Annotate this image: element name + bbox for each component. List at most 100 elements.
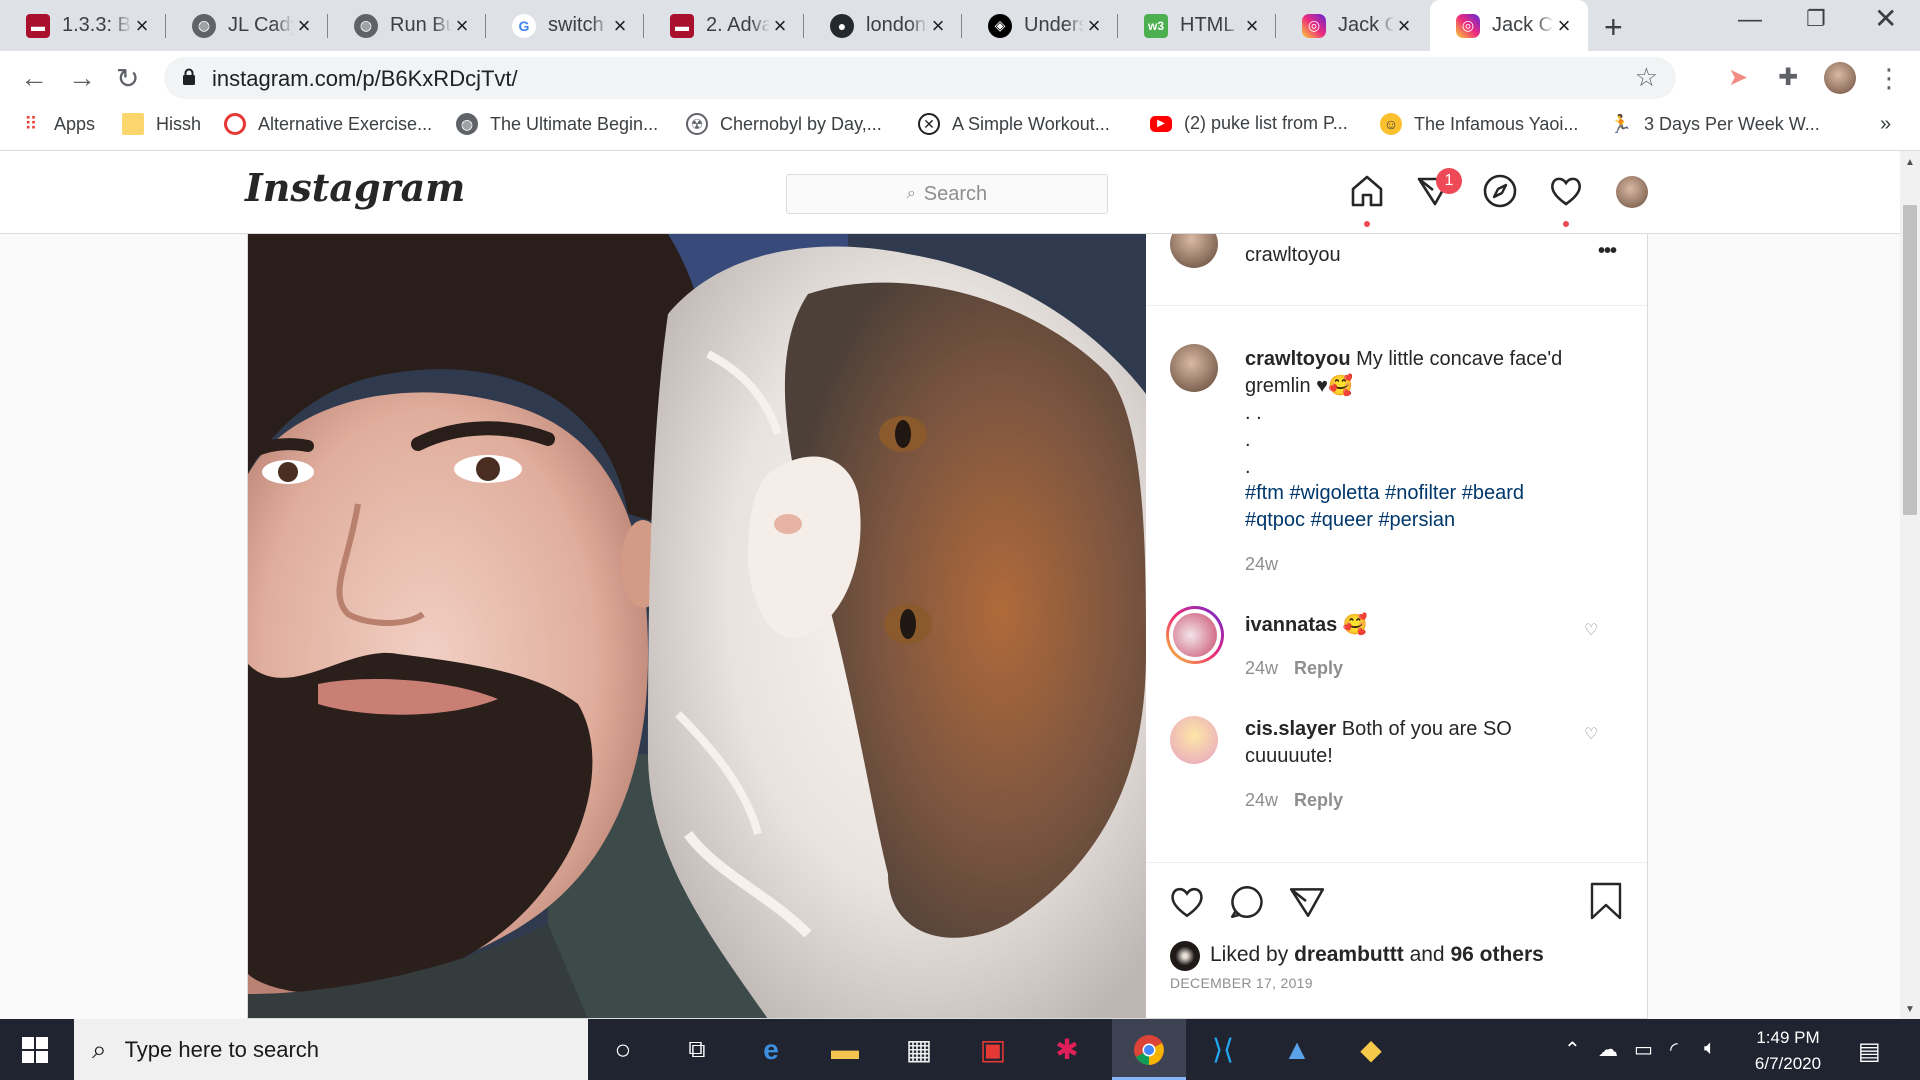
bookmark-item[interactable]: ☺ The Infamous Yaoi...: [1380, 113, 1578, 135]
windows-start-icon[interactable]: [22, 1037, 48, 1063]
address-bar[interactable]: instagram.com/p/B6KxRDcjTvt/ ☆: [164, 57, 1676, 99]
cortana-icon[interactable]: ○: [586, 1019, 660, 1080]
new-tab-button[interactable]: +: [1604, 9, 1623, 46]
forward-icon[interactable]: →: [68, 62, 96, 94]
post-photo[interactable]: [248, 234, 1146, 1018]
reply-button[interactable]: Reply: [1294, 658, 1343, 678]
liker-username[interactable]: dreambuttt: [1294, 943, 1404, 966]
hashtags-line[interactable]: #ftm #wigoletta #nofilter #beard: [1245, 480, 1524, 507]
page-scrollbar[interactable]: ▲ ▼: [1900, 151, 1920, 1019]
home-icon[interactable]: [1349, 173, 1385, 209]
close-icon[interactable]: ×: [1554, 13, 1574, 39]
close-icon[interactable]: ×: [452, 13, 472, 39]
profile-avatar[interactable]: [1824, 62, 1856, 94]
reply-button[interactable]: Reply: [1294, 790, 1343, 810]
like-comment-icon[interactable]: ♡: [1584, 620, 1598, 640]
slack-icon[interactable]: ✱: [1030, 1019, 1104, 1080]
avatar[interactable]: [1170, 716, 1218, 764]
bookmark-item[interactable]: 🏃 3 Days Per Week W...: [1610, 113, 1820, 135]
store-icon[interactable]: ▦: [882, 1019, 956, 1080]
battery-icon[interactable]: ▭: [1634, 1037, 1653, 1062]
tab[interactable]: ◍ Run Buc ×: [328, 0, 486, 51]
likes-summary[interactable]: Liked by dreambuttt and 96 others: [1210, 943, 1544, 967]
file-explorer-icon[interactable]: ▬: [808, 1019, 882, 1080]
vscode-icon[interactable]: ⟩⟨: [1186, 1019, 1260, 1080]
caption-username[interactable]: crawltoyou: [1245, 348, 1351, 370]
task-view-icon[interactable]: ⧉: [660, 1019, 734, 1080]
scroll-up-icon[interactable]: ▲: [1905, 157, 1915, 168]
post-username[interactable]: crawltoyou: [1245, 244, 1341, 267]
onedrive-icon[interactable]: ☁: [1598, 1037, 1618, 1062]
action-center-icon[interactable]: ▤: [1858, 1037, 1881, 1066]
avatar[interactable]: [1170, 234, 1218, 268]
close-icon[interactable]: ×: [294, 13, 314, 39]
tab[interactable]: ◈ Underst ×: [962, 0, 1118, 51]
bookmark-item[interactable]: Alternative Exercise...: [224, 113, 432, 135]
tab[interactable]: ▬ 2. Advar ×: [644, 0, 804, 51]
explore-icon[interactable]: [1482, 173, 1518, 209]
close-icon[interactable]: ×: [610, 13, 630, 39]
close-icon[interactable]: ×: [928, 13, 948, 39]
tab[interactable]: ▬ 1.3.3: Bu ×: [0, 0, 166, 51]
liker-avatar[interactable]: [1170, 941, 1200, 971]
tray-expand-icon[interactable]: ⌃: [1564, 1037, 1581, 1062]
photos-icon[interactable]: ▲: [1260, 1019, 1334, 1080]
minimize-icon[interactable]: —: [1738, 6, 1762, 34]
caption-timestamp[interactable]: 24w: [1245, 554, 1278, 575]
profile-avatar[interactable]: [1616, 176, 1648, 208]
bookmark-apps[interactable]: ⠿ Apps: [20, 113, 95, 135]
close-icon[interactable]: ×: [1394, 13, 1414, 39]
gift-app-icon[interactable]: ▣: [956, 1019, 1030, 1080]
more-options-button[interactable]: •••: [1598, 240, 1617, 263]
chrome-icon[interactable]: [1112, 1019, 1186, 1080]
menu-icon[interactable]: ⋮: [1876, 63, 1902, 94]
heart-icon[interactable]: [1548, 173, 1584, 209]
bookmark-item[interactable]: ▶ (2) puke list from P...: [1150, 113, 1348, 134]
like-icon[interactable]: [1168, 883, 1206, 921]
share-icon[interactable]: [1288, 883, 1326, 921]
comment-time[interactable]: 24w: [1245, 658, 1278, 678]
edge-icon[interactable]: e: [734, 1019, 808, 1080]
bookmark-item[interactable]: ✕ A Simple Workout...: [918, 113, 1110, 135]
story-avatar[interactable]: [1166, 606, 1224, 664]
back-icon[interactable]: ←: [20, 62, 48, 94]
app-icon[interactable]: ◆: [1334, 1019, 1408, 1080]
bookmark-star-icon[interactable]: ☆: [1635, 62, 1658, 93]
comment-username[interactable]: ivannatas: [1245, 614, 1337, 636]
bookmark-item[interactable]: ☢ Chernobyl by Day,...: [686, 113, 882, 135]
tab-active[interactable]: ◎ Jack Ca ×: [1430, 0, 1588, 51]
reload-icon[interactable]: ↻: [116, 62, 139, 95]
close-window-icon[interactable]: ✕: [1874, 2, 1897, 35]
bookmarks-overflow-button[interactable]: »: [1880, 113, 1891, 136]
tab[interactable]: w3 HTML Ir ×: [1118, 0, 1276, 51]
like-comment-icon[interactable]: ♡: [1584, 724, 1598, 744]
restore-icon[interactable]: ❐: [1806, 6, 1826, 32]
comment-username[interactable]: cis.slayer: [1245, 718, 1336, 740]
close-icon[interactable]: ×: [132, 13, 152, 39]
wifi-icon[interactable]: ◜: [1670, 1037, 1678, 1062]
volume-icon[interactable]: 🔈︎: [1704, 1037, 1716, 1060]
tab[interactable]: ◍ JL Cady ×: [166, 0, 328, 51]
scroll-thumb[interactable]: [1903, 205, 1917, 515]
comment-icon[interactable]: [1228, 883, 1266, 921]
puzzle-icon[interactable]: ✚: [1778, 63, 1798, 92]
tab[interactable]: G switch t ×: [486, 0, 644, 51]
search-input[interactable]: ⌕ Search: [786, 174, 1108, 214]
likes-others[interactable]: 96 others: [1450, 943, 1543, 966]
tab[interactable]: ● londonl ×: [804, 0, 962, 51]
extension-icon[interactable]: ➤: [1728, 63, 1748, 92]
hashtags[interactable]: #ftm #wigoletta #nofilter #beard #qtpoc …: [1245, 480, 1524, 534]
instagram-logo[interactable]: Instagram: [245, 165, 465, 210]
bookmark-item[interactable]: Hissh: [122, 113, 201, 135]
close-icon[interactable]: ×: [1084, 13, 1104, 39]
comment-time[interactable]: 24w: [1245, 790, 1278, 810]
taskbar-clock[interactable]: 1:49 PM 6/7/2020: [1738, 1025, 1838, 1077]
save-icon[interactable]: [1588, 881, 1624, 921]
close-icon[interactable]: ×: [770, 13, 790, 39]
taskbar-search-input[interactable]: ⌕ Type here to search: [74, 1019, 588, 1080]
scroll-down-icon[interactable]: ▼: [1905, 1004, 1915, 1015]
close-icon[interactable]: ×: [1242, 13, 1262, 39]
tab[interactable]: ◎ Jack Ca ×: [1276, 0, 1428, 51]
hashtags-line[interactable]: #qtpoc #queer #persian: [1245, 507, 1524, 534]
bookmark-item[interactable]: ◍ The Ultimate Begin...: [456, 113, 658, 135]
